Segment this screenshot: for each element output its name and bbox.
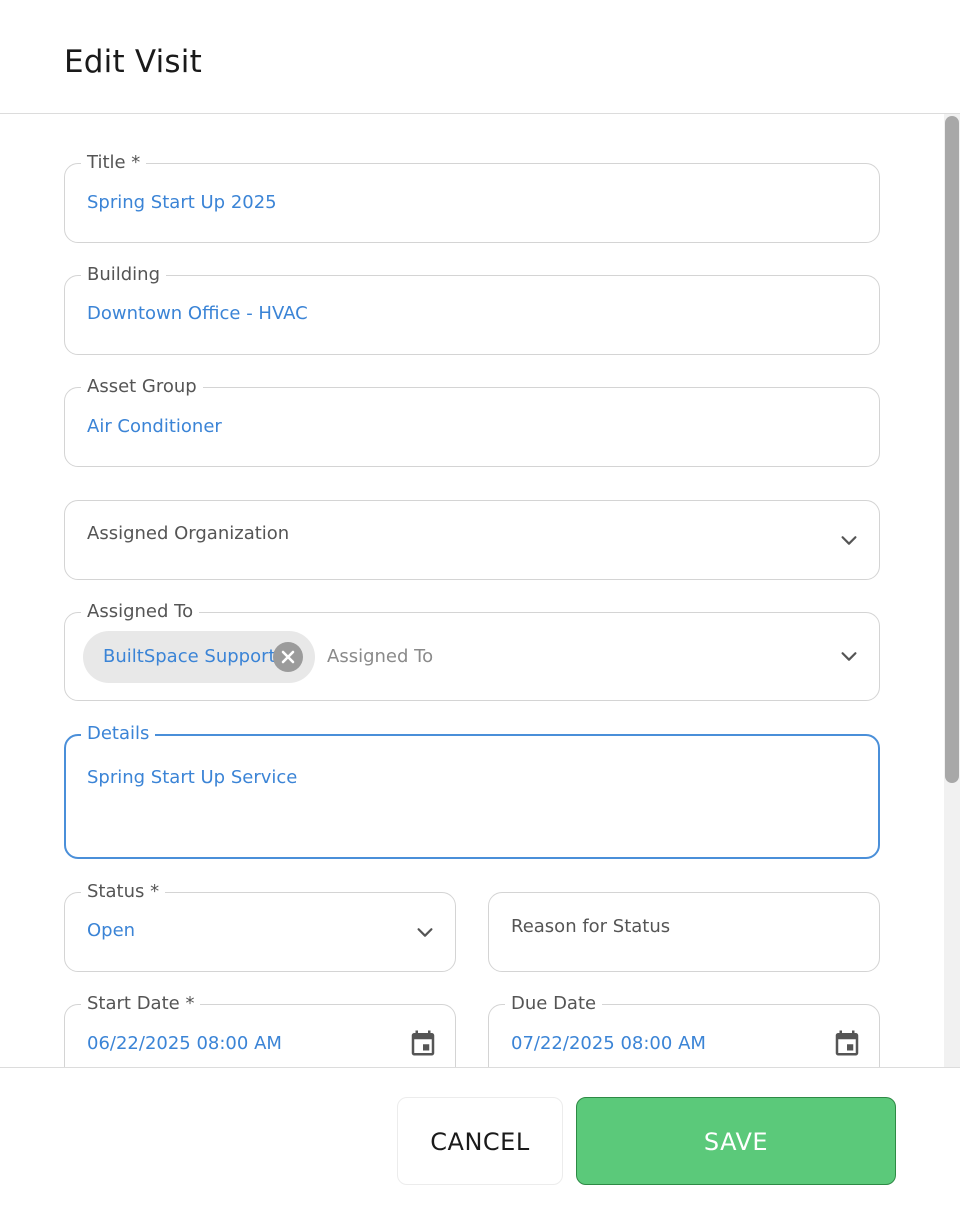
chevron-down-icon[interactable] [414,921,436,943]
start-date-field[interactable]: Start Date * 06/22/2025 08:00 AM [64,991,456,1067]
chevron-down-icon[interactable] [838,645,860,667]
status-value[interactable]: Open [87,918,135,944]
details-label: Details [81,721,156,747]
status-label: Status * [81,879,166,905]
save-button[interactable]: SAVE [576,1097,896,1185]
scrollbar-thumb[interactable] [945,116,959,783]
start-date-label: Start Date * [81,991,201,1017]
assigned-to-select[interactable]: Assigned To BuiltSpace Support Assigned … [64,599,880,701]
reason-for-status-placeholder: Reason for Status [511,916,671,937]
building-value[interactable]: Downtown Office - HVAC [87,301,308,327]
due-date-value[interactable]: 07/22/2025 08:00 AM [511,1031,706,1057]
asset-group-label: Asset Group [81,374,203,400]
dialog-footer: CANCEL SAVE [0,1067,960,1230]
start-date-value[interactable]: 06/22/2025 08:00 AM [87,1031,282,1057]
calendar-icon[interactable] [832,1028,862,1058]
reason-for-status-field[interactable]: Reason for Status [488,892,880,972]
dialog-title: Edit Visit [64,44,202,80]
close-circle-icon[interactable] [273,642,303,672]
assignee-chip[interactable]: BuiltSpace Support [83,631,315,683]
cancel-button[interactable]: CANCEL [397,1097,563,1185]
chevron-down-icon[interactable] [838,529,860,551]
dialog-body: Title * Spring Start Up 2025 Building Do… [0,114,960,1067]
assignee-chip-label: BuiltSpace Support [103,646,276,667]
building-field[interactable]: Building Downtown Office - HVAC [64,262,880,355]
assigned-organization-select[interactable]: Assigned Organization [64,500,880,580]
details-textarea[interactable]: Details Spring Start Up Service [64,721,880,859]
due-date-label: Due Date [505,991,603,1017]
asset-group-value[interactable]: Air Conditioner [87,414,222,440]
title-label: Title * [81,150,147,176]
asset-group-field[interactable]: Asset Group Air Conditioner [64,374,880,467]
assigned-to-placeholder[interactable]: Assigned To [327,644,433,670]
assigned-to-label: Assigned To [81,599,200,625]
assigned-organization-placeholder: Assigned Organization [87,523,290,544]
due-date-field[interactable]: Due Date 07/22/2025 08:00 AM [488,991,880,1067]
edit-visit-dialog: Edit Visit Title * Spring Start Up 2025 … [0,0,960,1230]
details-value[interactable]: Spring Start Up Service [87,765,297,791]
title-value[interactable]: Spring Start Up 2025 [87,190,277,216]
title-field[interactable]: Title * Spring Start Up 2025 [64,150,880,243]
building-label: Building [81,262,167,288]
status-select[interactable]: Status * Open [64,879,456,972]
dialog-header: Edit Visit [0,0,960,114]
calendar-icon[interactable] [408,1028,438,1058]
